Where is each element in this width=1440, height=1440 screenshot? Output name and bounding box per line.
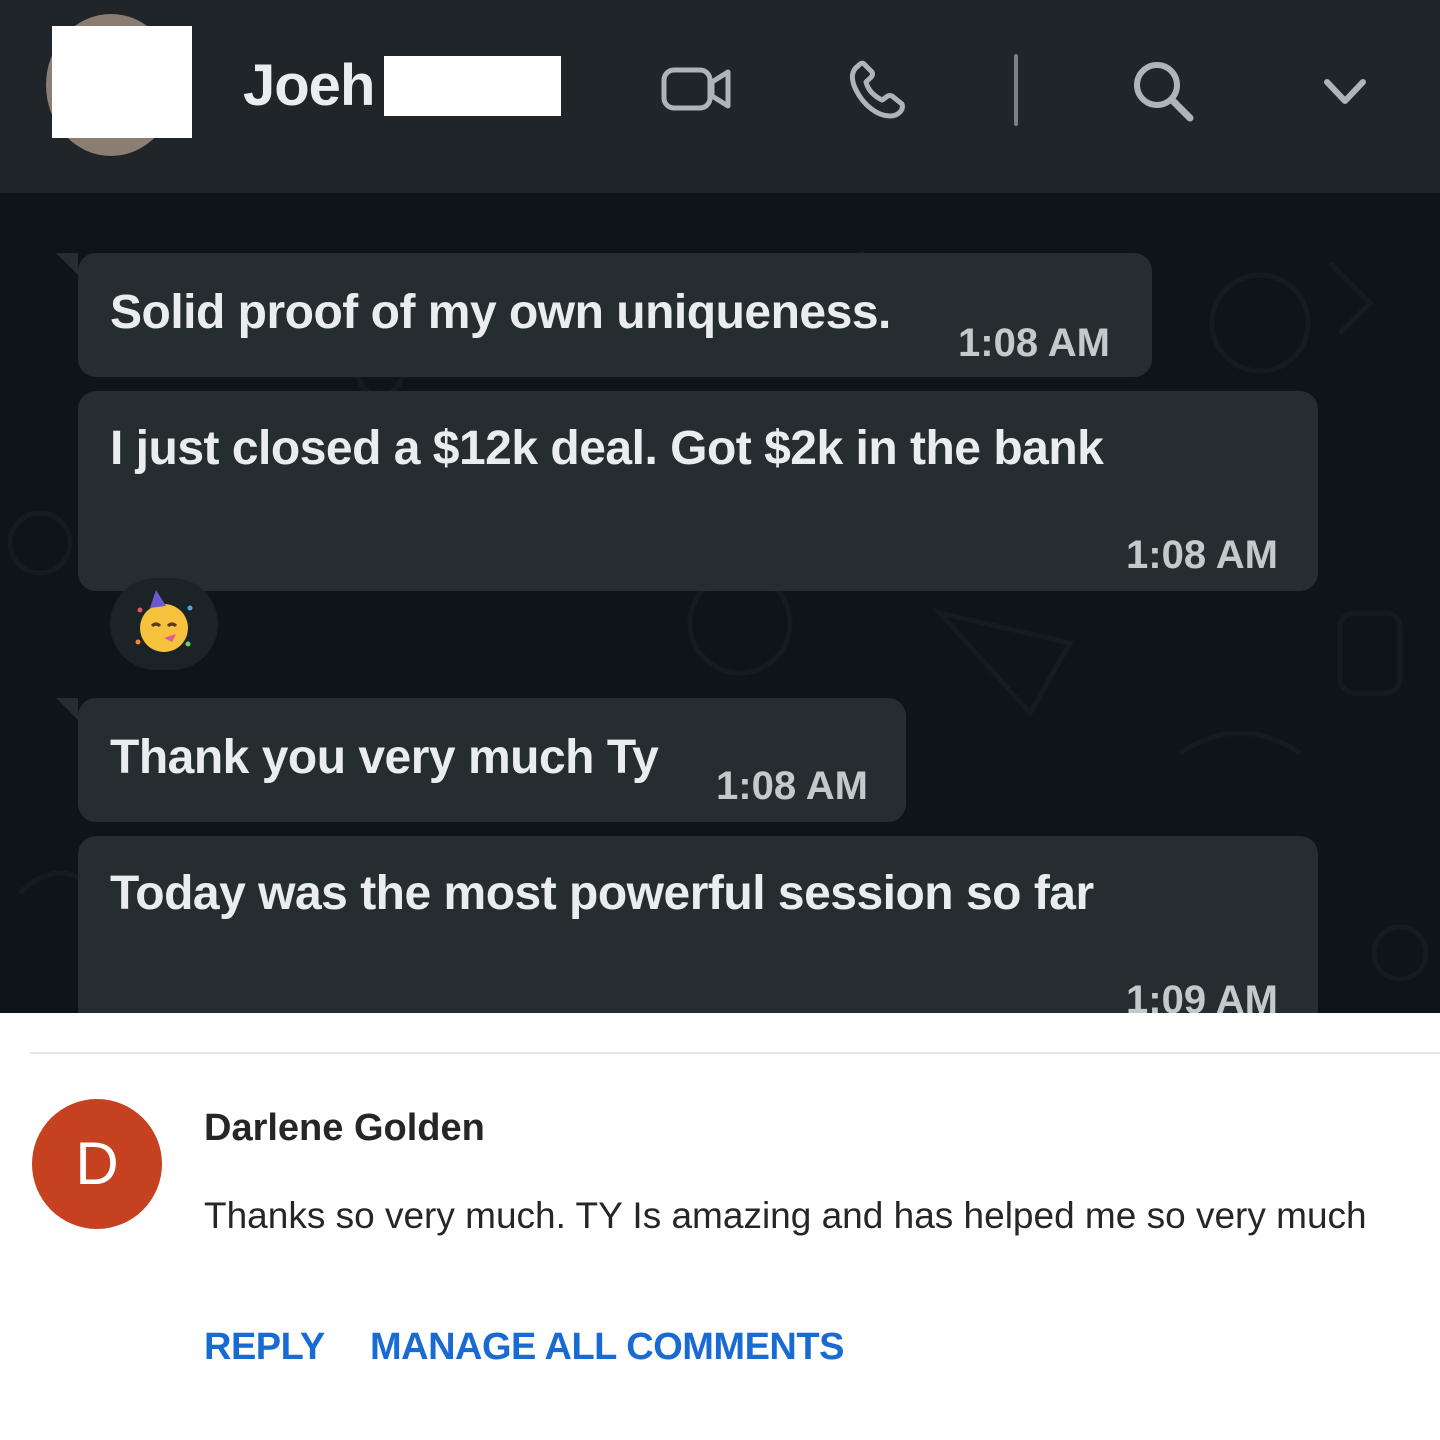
party-face-emoji-icon [135, 590, 193, 652]
message-text: Thank you very much Ty [110, 731, 659, 784]
comment-text: Thanks so very much. TY Is amazing and h… [204, 1195, 1367, 1236]
message-time: 1:08 AM [958, 321, 1110, 365]
header-divider [1014, 54, 1018, 126]
comment-author[interactable]: Darlene Golden [204, 1106, 485, 1150]
reply-button[interactable]: REPLY [204, 1325, 325, 1369]
chat-header: Joeh [0, 0, 1440, 193]
message-bubble[interactable]: Thank you very much Ty 1:08 AM [56, 698, 906, 822]
message-time: 1:08 AM [1126, 533, 1278, 577]
message-text: Solid proof of my own uniqueness. [110, 286, 891, 339]
commenter-avatar[interactable]: D [32, 1099, 162, 1229]
contact-name[interactable]: Joeh [243, 54, 375, 118]
search-icon[interactable] [1130, 58, 1196, 124]
message-text: Today was the most powerful session so f… [110, 867, 1094, 920]
name-redaction [384, 56, 561, 116]
phone-icon[interactable] [846, 60, 908, 122]
message-bubble[interactable]: Today was the most powerful session so f… [78, 836, 1318, 1013]
message-time: 1:09 AM [1126, 978, 1278, 1013]
message-bubble[interactable]: I just closed a $12k deal. Got $2k in th… [78, 391, 1318, 591]
message-time: 1:08 AM [716, 764, 868, 808]
message-reaction[interactable] [110, 578, 218, 670]
comment-divider [30, 1052, 1440, 1054]
manage-all-comments-button[interactable]: MANAGE ALL COMMENTS [370, 1325, 844, 1369]
chevron-down-icon[interactable] [1322, 76, 1368, 108]
avatar-redaction [52, 26, 192, 138]
message-bubble[interactable]: Solid proof of my own uniqueness. 1:08 A… [56, 253, 1152, 377]
chat-window: Joeh Solid proof of my own uniqueness. 1… [0, 0, 1440, 1013]
video-call-icon[interactable] [660, 64, 734, 114]
message-text: I just closed a $12k deal. Got $2k in th… [110, 422, 1104, 475]
